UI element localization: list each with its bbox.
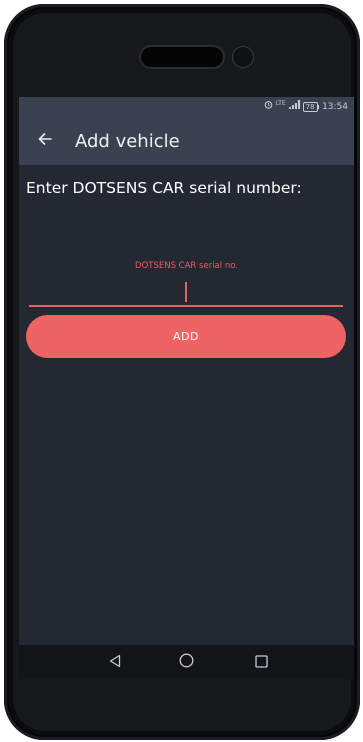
- text-cursor: [185, 282, 187, 302]
- nav-recents-button[interactable]: [241, 648, 281, 676]
- nav-home-button[interactable]: [166, 648, 206, 676]
- square-recents-icon: [254, 653, 268, 672]
- page-title: Add vehicle: [75, 130, 180, 152]
- nav-back-button[interactable]: [95, 648, 135, 676]
- serial-prompt: Enter DOTSENS CAR serial number:: [26, 179, 302, 197]
- speaker-grille: [141, 47, 223, 67]
- triangle-back-icon: [108, 653, 122, 672]
- arrow-left-icon: [37, 131, 53, 151]
- app-bar: Add vehicle: [19, 117, 354, 165]
- battery-icon: 78: [302, 102, 320, 112]
- circle-home-icon: [179, 653, 194, 672]
- alarm-clock-icon: [264, 97, 273, 117]
- status-bar: LTE 78 13:54: [19, 97, 354, 117]
- serial-field-label: DOTSENS CAR serial no.: [135, 261, 238, 271]
- battery-level: 78: [302, 102, 318, 112]
- app-screen: LTE 78 13:54 Add vehicle Enter DOTSENS C…: [19, 97, 354, 679]
- add-button[interactable]: ADD: [26, 315, 346, 358]
- signal-bars-icon: [288, 97, 300, 117]
- network-type-label: LTE: [275, 100, 286, 107]
- back-button[interactable]: [21, 117, 69, 165]
- status-time: 13:54: [322, 102, 348, 112]
- front-camera: [233, 47, 253, 67]
- navigation-bar: [19, 645, 354, 679]
